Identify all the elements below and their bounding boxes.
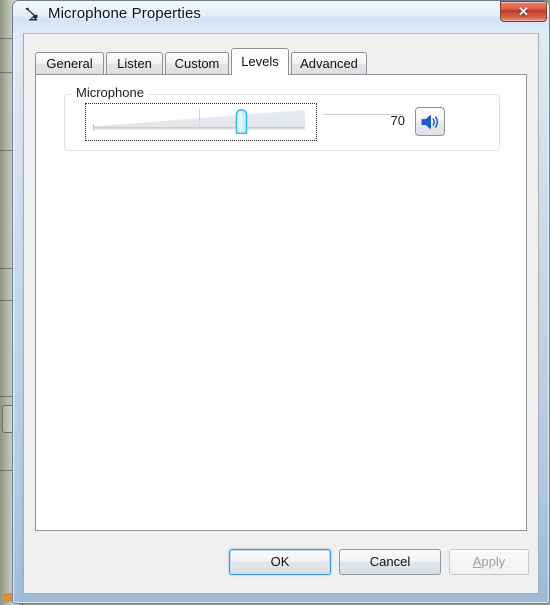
microphone-properties-dialog: Microphone Properties ✕ General Listen C…	[12, 0, 550, 604]
slider-track-start	[93, 124, 94, 131]
mute-toggle-button[interactable]	[415, 107, 445, 136]
tab-custom[interactable]: Custom	[165, 52, 229, 75]
taskbar-indicator	[3, 593, 12, 602]
window-title: Microphone Properties	[48, 5, 202, 22]
microphone-group-legend: Microphone	[72, 85, 148, 100]
dialog-client-area: General Listen Custom Levels Advanced 70…	[23, 33, 539, 594]
slider-thumb[interactable]	[235, 109, 248, 134]
microphone-level-value: 70	[390, 113, 405, 128]
speaker-on-icon	[416, 110, 444, 134]
cancel-button[interactable]: Cancel	[339, 549, 441, 575]
apply-button: Apply	[449, 549, 529, 575]
apply-label-rest: pply	[481, 554, 506, 569]
title-bar[interactable]: Microphone Properties ✕	[13, 1, 549, 33]
tab-advanced[interactable]: Advanced	[291, 52, 367, 75]
close-button[interactable]: ✕	[500, 1, 547, 22]
microphone-volume-slider[interactable]	[85, 103, 317, 141]
microphone-group-box: 70	[64, 94, 500, 151]
tab-strip: General Listen Custom Levels Advanced	[35, 48, 529, 75]
close-icon: ✕	[518, 4, 529, 19]
tab-general[interactable]: General	[35, 52, 104, 75]
slider-tick-mark	[199, 109, 200, 129]
microphone-icon	[23, 6, 43, 26]
tab-levels[interactable]: Levels	[231, 48, 289, 75]
tab-listen[interactable]: Listen	[106, 52, 163, 75]
ok-button[interactable]: OK	[229, 549, 331, 575]
levels-tab-page: 70 Microphone	[35, 74, 527, 531]
